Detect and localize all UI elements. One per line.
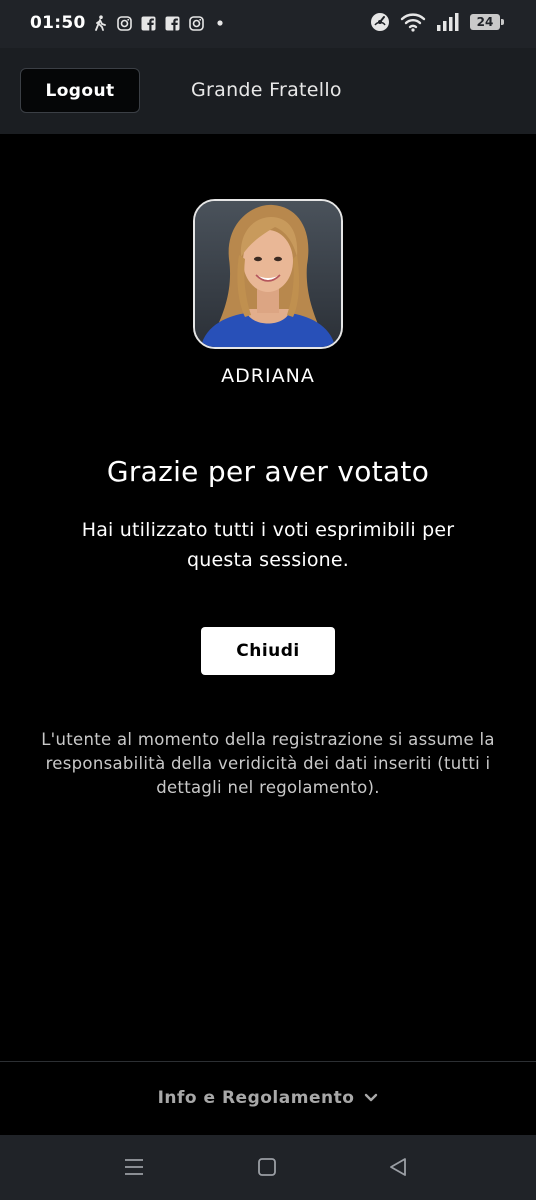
back-icon[interactable] (386, 1155, 410, 1179)
data-saver-icon (370, 12, 390, 32)
status-bar: 01:50 24 (0, 0, 536, 48)
battery-indicator: 24 (470, 14, 504, 30)
app-title: Grande Fratello (191, 79, 342, 101)
facebook-icon (164, 15, 180, 31)
signal-icon (436, 12, 460, 32)
app-header: Logout Grande Fratello (0, 48, 536, 134)
system-icons: 24 (370, 12, 504, 32)
menu-icon[interactable] (122, 1155, 146, 1179)
logout-button[interactable]: Logout (20, 68, 140, 113)
home-icon[interactable] (255, 1155, 279, 1179)
thanks-message: Hai utilizzato tutti i voti esprimibili … (81, 519, 455, 571)
system-navigation-bar (0, 1135, 536, 1200)
thanks-title: Grazie per aver votato (106, 455, 430, 488)
status-time: 01:50 (30, 13, 86, 33)
instagram-icon (188, 15, 204, 31)
close-button[interactable]: Chiudi (201, 627, 335, 675)
footer: Info e Regolamento (0, 1061, 536, 1135)
info-regolamento-label: Info e Regolamento (157, 1088, 355, 1108)
contestant-avatar (193, 199, 343, 349)
contestant-name: ADRIANA (221, 365, 315, 387)
disclaimer-text: L'utente al momento della registrazione … (41, 730, 495, 797)
chevron-down-icon (364, 1088, 378, 1108)
facebook-icon (140, 15, 156, 31)
wifi-icon (400, 12, 426, 32)
notification-icons (92, 15, 228, 31)
instagram-icon (116, 15, 132, 31)
info-regolamento-link[interactable]: Info e Regolamento (0, 1088, 536, 1108)
dot-icon (212, 15, 228, 31)
walking-icon (92, 15, 108, 31)
